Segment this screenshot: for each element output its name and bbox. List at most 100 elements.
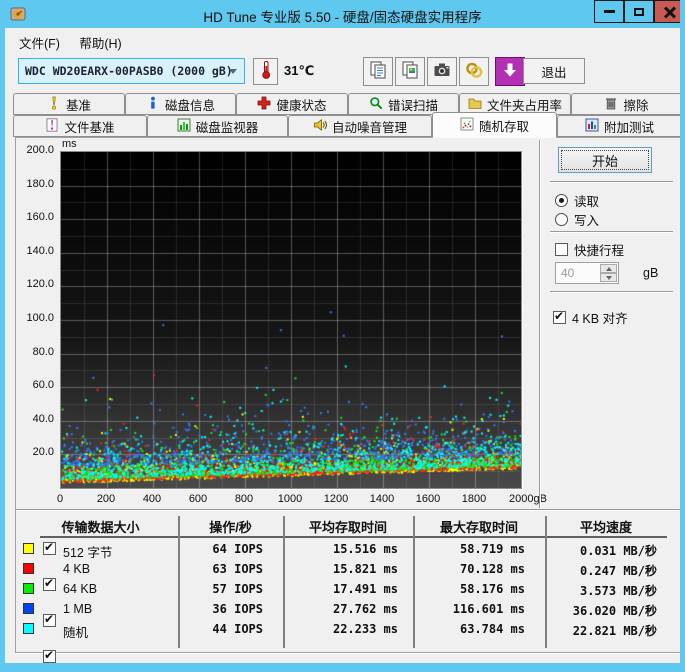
tab-label: 基准 <box>65 98 91 113</box>
y-tick-label: 100.0 <box>26 312 54 324</box>
y-tick-label: 120.0 <box>26 278 54 291</box>
series-checkbox[interactable] <box>43 648 56 663</box>
chevron-down-icon <box>229 69 237 74</box>
iops-value: 64 IOPS <box>212 542 263 556</box>
y-tick-label: 140.0 <box>26 244 54 257</box>
y-tick-label: 200.0 <box>26 144 54 156</box>
capacity-spinner[interactable]: 40 <box>555 262 619 284</box>
series-label: 1 MB <box>63 602 93 616</box>
tab-label: 磁盘信息 <box>164 98 215 113</box>
series-checkbox[interactable] <box>43 540 56 555</box>
maximize-button[interactable] <box>624 0 654 23</box>
x-tick-label: 800 <box>234 493 254 505</box>
avg-speed-value: 0.031 MB/秒 <box>579 544 657 558</box>
thermometer-icon <box>258 60 274 83</box>
col-header-max-access: 最大存取时间 <box>439 520 518 535</box>
tab-file-benchmark[interactable]: 文件基准 <box>13 115 147 137</box>
read-radio-label: 读取 <box>574 195 600 209</box>
tab-label: 自动噪音管理 <box>331 120 407 135</box>
tab-extra-tests[interactable]: 附加测试 <box>557 115 680 137</box>
drive-selector-dropdown[interactable]: WDC WD20EARX-00PASB0 (2000 gB) <box>18 58 245 84</box>
coins-button[interactable] <box>459 57 489 86</box>
x-tick-label: 1000 <box>277 493 303 505</box>
avg-access-value: 27.762 ms <box>332 602 398 616</box>
copy-text-button[interactable] <box>363 57 393 86</box>
x-tick-label: 200 <box>96 493 116 505</box>
close-icon <box>663 5 676 19</box>
series-checkbox[interactable] <box>43 612 56 627</box>
read-radio[interactable]: 读取 <box>555 191 599 210</box>
y-tick-label: 40.0 <box>32 412 54 425</box>
drive-selector-value: WDC WD20EARX-00PASB0 (2000 gB) <box>25 64 233 78</box>
tab-health[interactable]: 健康状态 <box>236 93 348 115</box>
health-cross-icon <box>257 96 271 113</box>
screenshot-button[interactable] <box>427 57 457 86</box>
avg-speed-value: 0.247 MB/秒 <box>579 564 657 578</box>
y-tick-label: 20.0 <box>32 446 54 459</box>
side-divider-3 <box>550 291 673 293</box>
minimize-icon <box>603 10 615 13</box>
start-button[interactable]: 开始 <box>558 147 652 173</box>
x-tick-label: 1200 <box>323 493 349 505</box>
tab-benchmark[interactable]: 基准 <box>13 93 125 115</box>
radio-read-icon <box>555 194 568 207</box>
menu-file[interactable]: 文件(F) <box>11 28 68 56</box>
tab-erase[interactable]: 擦除 <box>571 93 680 115</box>
close-button[interactable] <box>654 0 680 23</box>
tab-aam[interactable]: 自动噪音管理 <box>288 115 432 137</box>
align-checkbox-icon <box>553 309 566 324</box>
magnifier-icon <box>369 96 383 113</box>
capacity-unit-label: gB <box>643 266 659 280</box>
series-swatch <box>23 603 34 614</box>
x-tick-label: 0 <box>56 493 64 505</box>
temperature-button[interactable] <box>253 58 278 85</box>
disk-monitor-icon <box>177 118 191 135</box>
max-access-value: 63.784 ms <box>459 622 525 636</box>
write-radio[interactable]: 写入 <box>555 210 599 229</box>
radio-write-icon <box>555 213 568 226</box>
y-axis-unit: ms <box>62 138 77 150</box>
temperature-value: 31℃ <box>284 63 315 78</box>
max-access-value: 70.128 ms <box>459 562 525 576</box>
save-download-button[interactable] <box>495 57 525 86</box>
tab-random-access[interactable]: 随机存取 <box>432 112 557 138</box>
y-tick-label: 180.0 <box>26 177 54 190</box>
copy-image-button[interactable] <box>395 57 425 86</box>
maximize-icon <box>634 7 644 16</box>
avg-speed-value: 36.020 MB/秒 <box>572 604 657 618</box>
download-arrow-icon <box>501 61 519 82</box>
copy-image-icon <box>400 60 420 83</box>
shortstroke-label: 快捷行程 <box>574 244 625 258</box>
tab-disk-monitor[interactable]: 磁盘监视器 <box>147 115 288 137</box>
tab-label: 错误扫描 <box>387 98 438 113</box>
y-tick-label: 80.0 <box>32 345 54 358</box>
menu-help[interactable]: 帮助(H) <box>71 28 129 56</box>
series-checkbox[interactable] <box>43 576 56 591</box>
menu-bar: 文件(F) 帮助(H) <box>5 28 680 53</box>
side-divider-1 <box>550 181 673 183</box>
series-swatch <box>23 623 34 634</box>
speaker-icon <box>313 118 328 135</box>
hdtune-window: HD Tune 专业版 5.50 - 硬盘/固态硬盘实用程序 文件(F) 帮助(… <box>0 0 685 672</box>
random-access-scatter-plot <box>60 151 522 489</box>
x-tick-label: 1800 <box>461 493 487 505</box>
series-label: 64 KB <box>63 582 98 596</box>
align-checkbox[interactable]: 4 KB 对齐 <box>553 308 628 327</box>
folder-icon <box>468 96 482 113</box>
shortstroke-checkbox[interactable]: 快捷行程 <box>555 240 624 259</box>
series-label: 512 字节 <box>63 546 113 560</box>
tab-label: 擦除 <box>623 98 649 113</box>
spinner-up-button[interactable] <box>600 264 617 273</box>
minimize-button[interactable] <box>594 0 624 23</box>
tab-disk-info[interactable]: 磁盘信息 <box>125 93 236 115</box>
random-access-icon <box>460 117 474 134</box>
exit-button[interactable]: 退出 <box>523 58 585 84</box>
avg-access-value: 17.491 ms <box>332 582 398 596</box>
avg-access-value: 15.821 ms <box>332 562 398 576</box>
spinner-down-button[interactable] <box>600 273 617 282</box>
trash-icon <box>604 96 618 113</box>
tab-label: 文件夹占用率 <box>486 98 562 113</box>
down-arrow-icon <box>605 275 612 280</box>
x-tick-label: 600 <box>188 493 208 505</box>
max-access-value: 58.176 ms <box>459 582 525 596</box>
